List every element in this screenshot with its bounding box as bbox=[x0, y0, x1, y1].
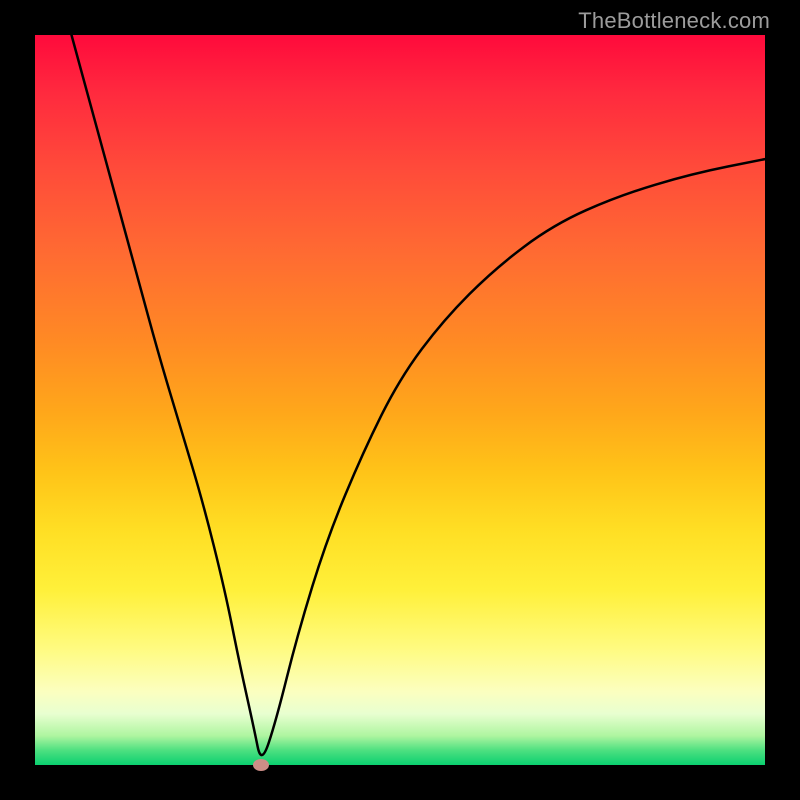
bottleneck-curve bbox=[35, 35, 765, 765]
watermark-text: TheBottleneck.com bbox=[578, 8, 770, 34]
optimum-marker bbox=[253, 759, 269, 771]
plot-area bbox=[35, 35, 765, 765]
